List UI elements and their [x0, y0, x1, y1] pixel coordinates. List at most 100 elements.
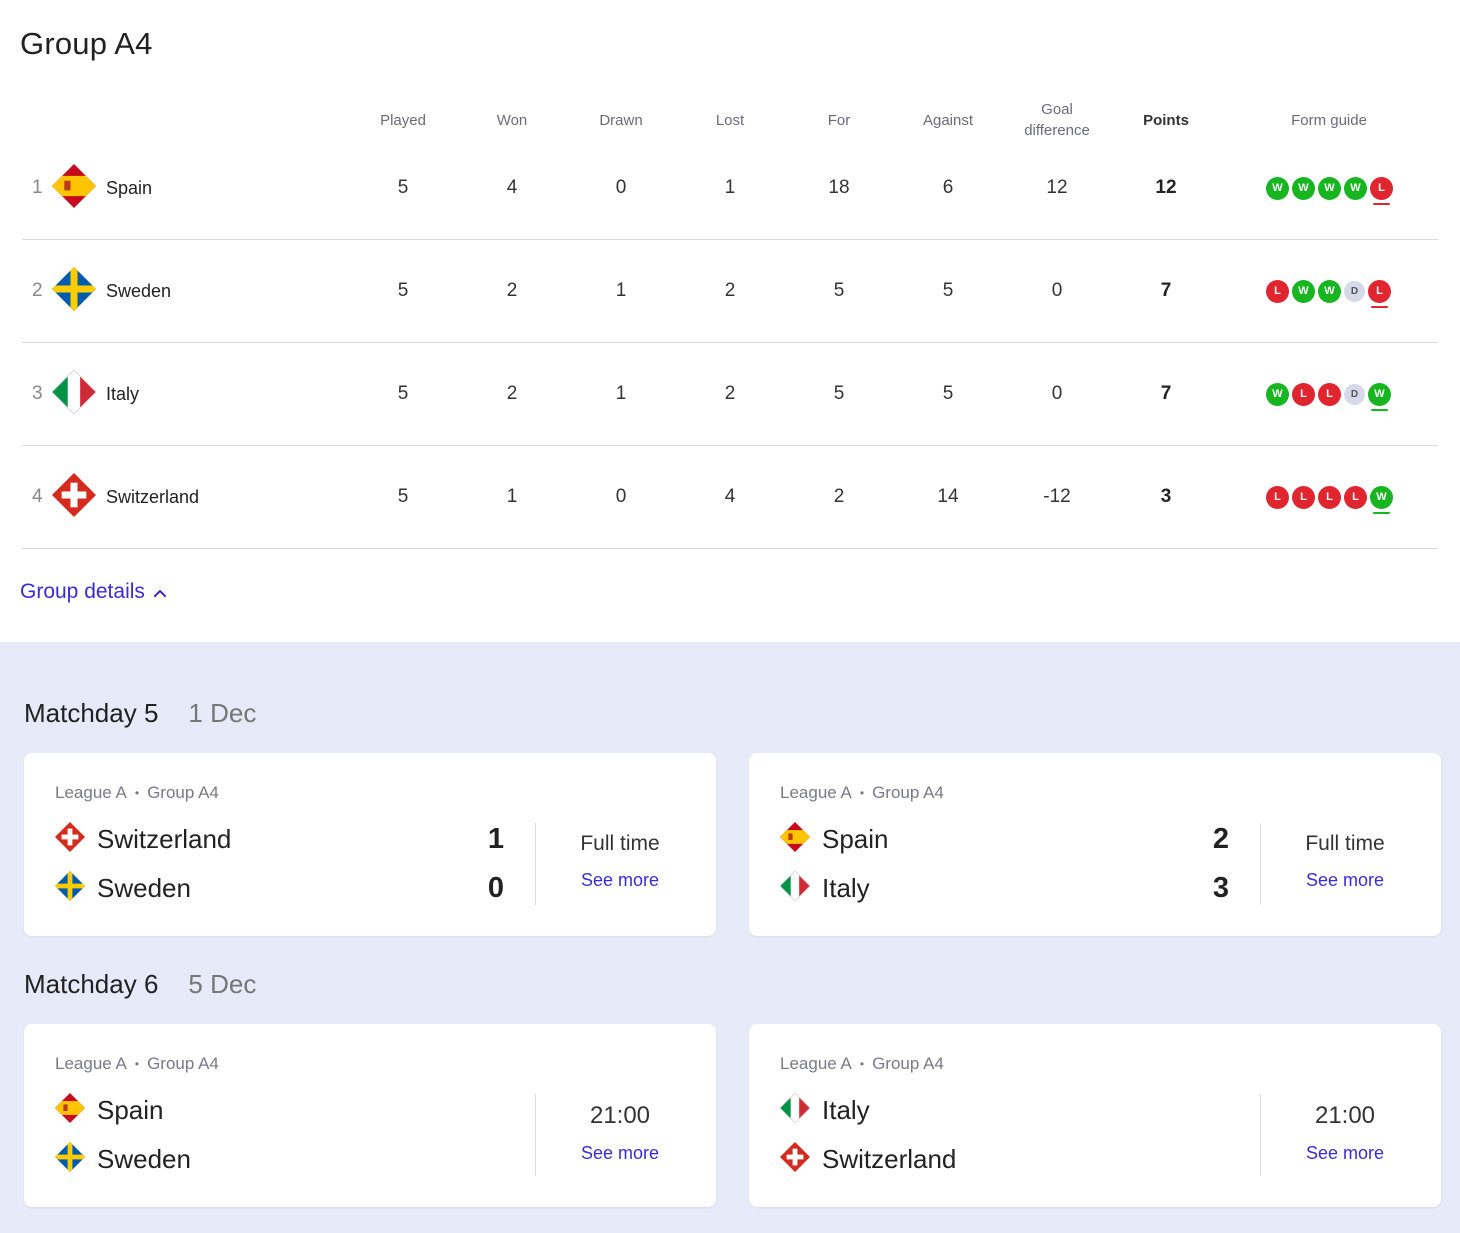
cell-drawn: 1 [615, 383, 627, 404]
team-name: Italy [106, 383, 140, 404]
match-card[interactable]: League A • Group A4 Spain Sweden 21:00 See… [24, 1024, 716, 1207]
team-position: 4 [32, 486, 43, 507]
group-details-label: Group details [20, 580, 145, 603]
switzerland-flag-icon [55, 821, 85, 857]
cell-won: 2 [506, 280, 518, 301]
match-card[interactable]: League A • Group A4 Spain Italy 2 3 Full t… [749, 753, 1441, 936]
cell-drawn: 0 [615, 177, 627, 198]
cell-gd: -12 [1043, 486, 1071, 507]
home-team: Spain [780, 821, 889, 855]
cell-against: 5 [942, 383, 954, 404]
form-result-badge: L [1318, 382, 1341, 406]
team-cell[interactable]: Spain [52, 137, 152, 239]
match-card[interactable]: League A • Group A4 Switzerland Sweden 1 0… [24, 753, 716, 936]
table-row[interactable]: 3 Italy 52125507WLLDW [22, 343, 1438, 446]
separator-dot: • [859, 786, 865, 800]
cell-drawn: 1 [615, 280, 627, 301]
matchday-title: Matchday 6 [24, 969, 159, 999]
form-guide: LWWDL [1266, 240, 1391, 342]
chevron-up-icon [153, 580, 167, 604]
sweden-flag-icon [55, 870, 85, 906]
cell-played: 5 [397, 486, 409, 507]
away-team: Switzerland [780, 1141, 956, 1175]
cell-played: 5 [397, 280, 409, 301]
away-score: 3 [1212, 872, 1230, 904]
league-name: League A [780, 1054, 852, 1073]
kickoff-time: 21:00 [589, 1102, 651, 1129]
form-result-badge: W [1318, 176, 1341, 200]
away-team-name: Italy [822, 872, 870, 903]
italy-flag-icon [779, 869, 811, 906]
cell-gd: 0 [1051, 280, 1063, 301]
group-standings-section: Group A4 Played Won Drawn Lost For Again… [0, 0, 1460, 642]
league-name: League A [55, 1054, 127, 1073]
form-guide: WLLDW [1266, 343, 1391, 445]
cell-won: 2 [506, 383, 518, 404]
cell-points: 7 [1160, 280, 1172, 301]
group-details-link[interactable]: Group details [20, 580, 167, 604]
away-team: Italy [779, 869, 870, 906]
team-position: 2 [32, 280, 43, 301]
sweden-flag-icon [55, 1141, 85, 1177]
divider [1260, 823, 1261, 905]
matchdays-section: Matchday 5 1 Dec League A • Group A4 Switz… [0, 642, 1460, 1233]
league-name: League A [55, 783, 127, 802]
table-row[interactable]: 2 Sweden 52125507LWWDL [22, 240, 1438, 343]
home-team-name: Spain [822, 823, 889, 854]
form-result-badge: W [1318, 279, 1341, 303]
home-team-name: Italy [822, 1094, 870, 1125]
team-name: Switzerland [106, 486, 200, 507]
cell-for: 5 [833, 280, 845, 301]
see-more-link[interactable]: See more [1285, 1143, 1405, 1164]
away-team-name: Sweden [97, 872, 191, 903]
italy-flag-icon [51, 368, 97, 419]
cell-for: 18 [828, 177, 850, 198]
form-result-badge: W [1370, 485, 1393, 514]
cell-gd: 12 [1046, 177, 1068, 198]
match-league: League A • Group A4 [55, 783, 219, 803]
sweden-flag-icon [52, 266, 96, 316]
home-team-name: Spain [97, 1094, 164, 1125]
form-result-badge: L [1370, 176, 1393, 205]
divider [535, 823, 536, 905]
see-more-link[interactable]: See more [560, 870, 680, 891]
see-more-link[interactable]: See more [560, 1143, 680, 1164]
home-score: 1 [487, 823, 505, 855]
team-position: 1 [32, 177, 43, 198]
cell-lost: 2 [724, 383, 736, 404]
table-row[interactable]: 4 Switzerland 5 1 0 4 2 14 -12 3 L L L L W [22, 446, 1438, 549]
league-name: League A [780, 783, 852, 802]
match-card[interactable]: League A • Group A4 Italy Switzerland 21:0… [749, 1024, 1441, 1207]
matchday-date: 1 Dec [188, 698, 257, 728]
see-more-link[interactable]: See more [1285, 870, 1405, 891]
separator-dot: • [134, 1057, 140, 1071]
cell-points: 7 [1160, 383, 1172, 404]
home-team: Italy [779, 1091, 870, 1126]
team-cell[interactable]: Sweden [52, 240, 171, 342]
away-team: Sweden [55, 870, 191, 906]
team-name: Spain [106, 177, 153, 198]
separator-dot: • [859, 1057, 865, 1071]
match-status: Full time [580, 832, 660, 855]
divider [1260, 1094, 1261, 1176]
home-score: 2 [1212, 823, 1230, 855]
switzerland-flag-icon [52, 472, 96, 522]
cell-against: 14 [937, 486, 959, 507]
form-result-badge: L [1266, 279, 1289, 303]
form-result-badge: D [1344, 280, 1365, 302]
team-cell[interactable]: Italy [51, 343, 140, 445]
group-name: Group A4 [147, 783, 219, 802]
home-team-name: Switzerland [97, 823, 232, 854]
group-name: Group A4 [147, 1054, 219, 1073]
cell-played: 5 [397, 177, 409, 198]
form-result-badge: D [1344, 383, 1365, 405]
team-cell[interactable]: Switzerland [52, 446, 199, 548]
away-team: Sweden [55, 1141, 191, 1177]
matchday-title: Matchday 5 [24, 698, 159, 728]
form-result-badge: W [1266, 176, 1289, 200]
group-title: Group A4 [20, 26, 153, 61]
separator-dot: • [134, 786, 140, 800]
form-result-badge: L [1292, 485, 1315, 509]
cell-points: 3 [1160, 486, 1172, 507]
table-row[interactable]: 1 Spain 5 4 0 1 18 6 12 12 W W W W L [22, 137, 1438, 240]
